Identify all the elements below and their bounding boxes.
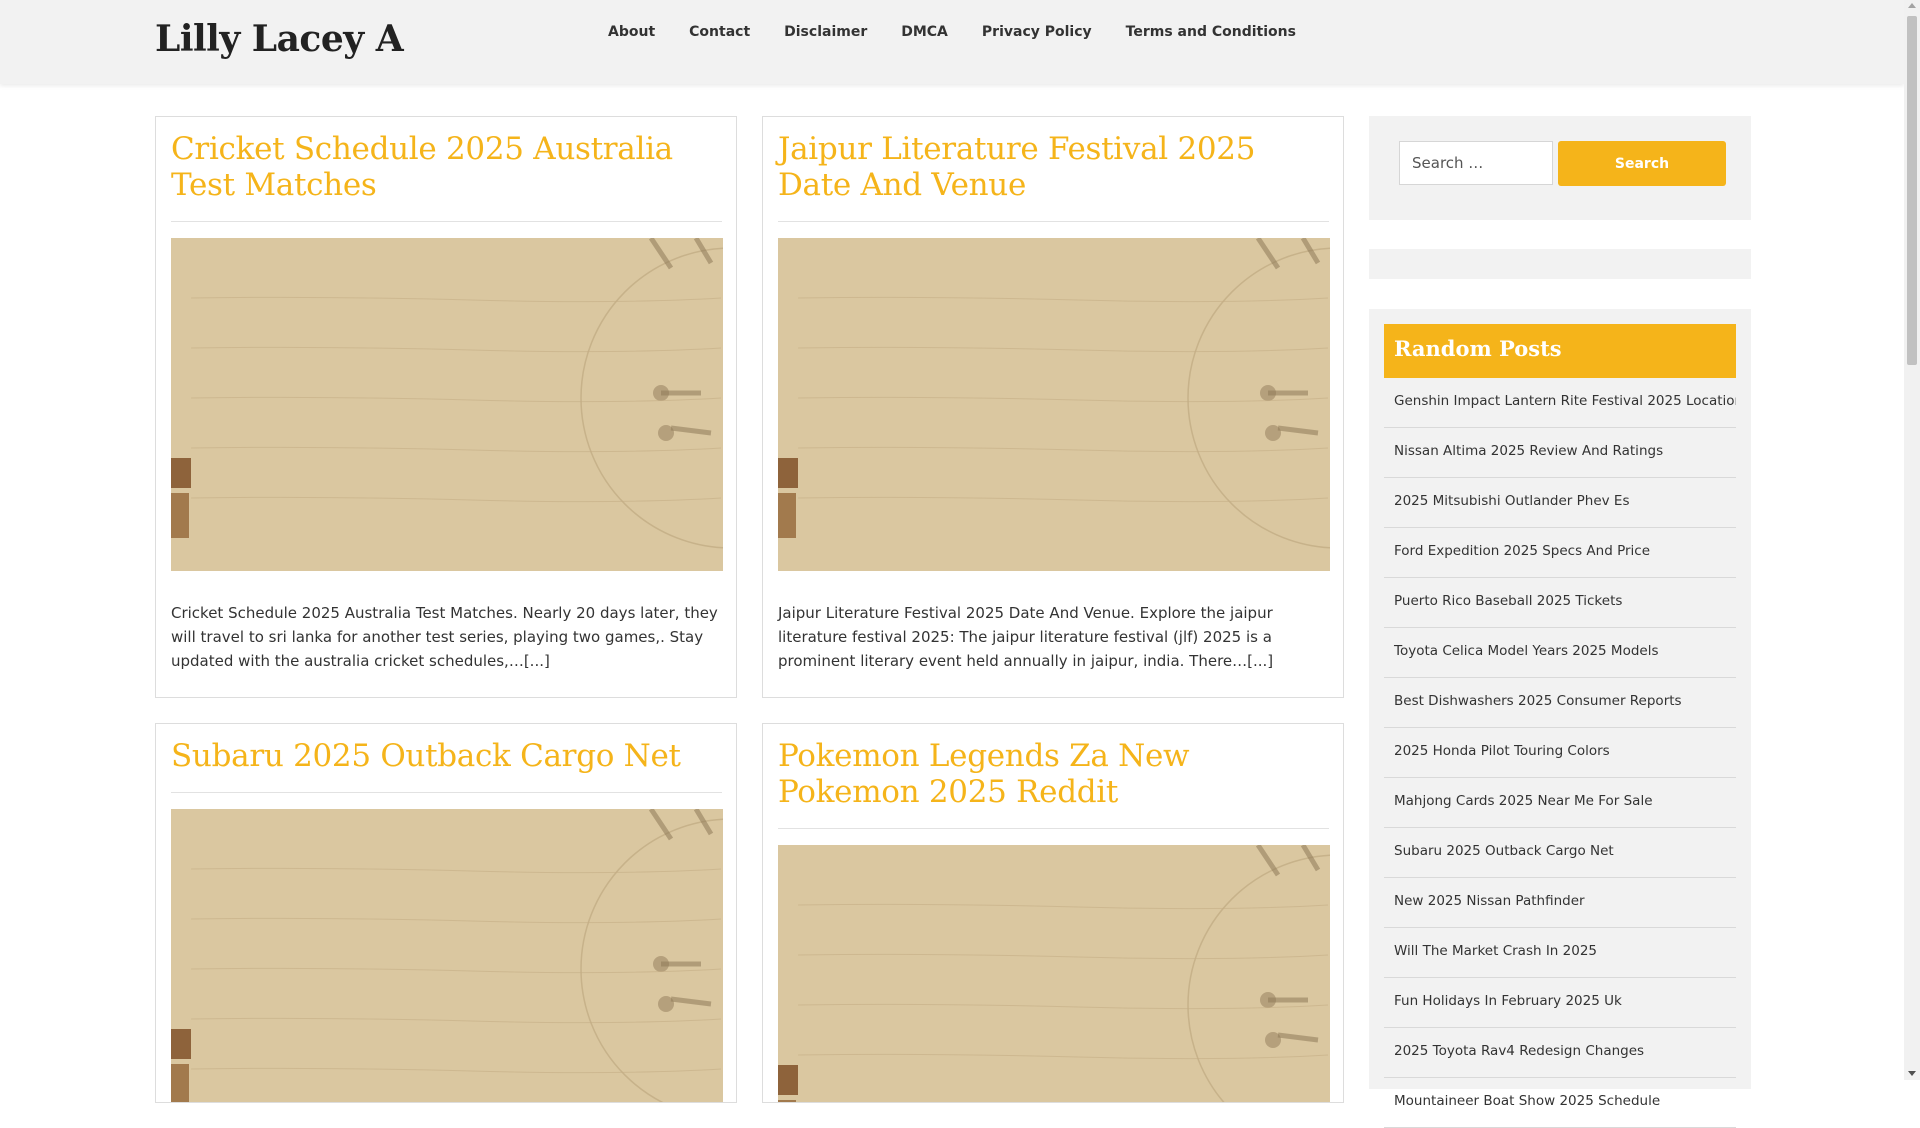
nav-item-about[interactable]: About [608, 24, 655, 40]
random-post-link[interactable]: Toyota Celica Model Years 2025 Models [1384, 628, 1736, 678]
post-divider [171, 221, 722, 222]
post-card: Cricket Schedule 2025 Australia Test Mat… [155, 116, 737, 698]
random-posts-list: Genshin Impact Lantern Rite Festival 202… [1384, 378, 1736, 1128]
site-title[interactable]: Lilly Lacey A [155, 18, 404, 60]
post-title[interactable]: Cricket Schedule 2025 Australia Test Mat… [171, 131, 726, 203]
nav-item-privacy-policy[interactable]: Privacy Policy [982, 24, 1092, 40]
nav-item-disclaimer[interactable]: Disclaimer [784, 24, 867, 40]
scroll-down-arrow-icon[interactable] [1908, 1071, 1916, 1076]
random-post-link[interactable]: Ford Expedition 2025 Specs And Price [1384, 528, 1736, 578]
search-input[interactable] [1399, 141, 1553, 185]
random-posts-widget: Random Posts Genshin Impact Lantern Rite… [1369, 309, 1751, 1128]
search-button[interactable]: Search [1558, 141, 1726, 186]
random-post-link[interactable]: 2025 Toyota Rav4 Redesign Changes [1384, 1028, 1736, 1078]
nav-item-contact[interactable]: Contact [689, 24, 750, 40]
random-post-link[interactable]: Will The Market Crash In 2025 [1384, 928, 1736, 978]
main-nav: About Contact Disclaimer DMCA Privacy Po… [608, 24, 1330, 40]
scrollbar-thumb[interactable] [1907, 16, 1917, 365]
random-post-link[interactable]: Fun Holidays In February 2025 Uk [1384, 978, 1736, 1028]
random-posts-title: Random Posts [1384, 324, 1736, 378]
post-title[interactable]: Pokemon Legends Za New Pokemon 2025 Redd… [778, 738, 1333, 810]
post-title[interactable]: Jaipur Literature Festival 2025 Date And… [778, 131, 1333, 203]
post-thumbnail[interactable] [171, 809, 723, 1102]
random-post-link[interactable]: Genshin Impact Lantern Rite Festival 202… [1384, 378, 1736, 428]
random-post-link[interactable]: 2025 Mitsubishi Outlander Phev Es [1384, 478, 1736, 528]
post-card: Pokemon Legends Za New Pokemon 2025 Redd… [762, 723, 1344, 1103]
post-divider [778, 221, 1329, 222]
random-post-link[interactable]: Mountaineer Boat Show 2025 Schedule [1384, 1078, 1736, 1128]
random-post-link[interactable]: Subaru 2025 Outback Cargo Net [1384, 828, 1736, 878]
post-thumbnail[interactable] [778, 845, 1330, 1102]
post-card: Jaipur Literature Festival 2025 Date And… [762, 116, 1344, 698]
post-thumbnail[interactable] [778, 238, 1330, 571]
paper-clock-image [171, 238, 723, 571]
paper-clock-image [778, 845, 1330, 1102]
post-card: Subaru 2025 Outback Cargo Net [155, 723, 737, 1103]
random-post-link[interactable]: 2025 Honda Pilot Touring Colors [1384, 728, 1736, 778]
paper-clock-image [778, 238, 1330, 571]
search-widget: Search [1369, 116, 1751, 220]
nav-item-dmca[interactable]: DMCA [901, 24, 948, 40]
random-post-link[interactable]: Mahjong Cards 2025 Near Me For Sale [1384, 778, 1736, 828]
random-post-link[interactable]: Puerto Rico Baseball 2025 Tickets [1384, 578, 1736, 628]
nav-item-terms-and-conditions[interactable]: Terms and Conditions [1126, 24, 1296, 40]
empty-widget [1369, 249, 1751, 279]
post-excerpt: Jaipur Literature Festival 2025 Date And… [778, 604, 1274, 670]
random-post-link[interactable]: Nissan Altima 2025 Review And Ratings [1384, 428, 1736, 478]
vertical-scrollbar[interactable] [1904, 0, 1920, 1080]
post-divider [778, 828, 1329, 829]
post-divider [171, 792, 722, 793]
post-title[interactable]: Subaru 2025 Outback Cargo Net [171, 738, 726, 774]
random-post-link[interactable]: Best Dishwashers 2025 Consumer Reports [1384, 678, 1736, 728]
random-post-link[interactable]: New 2025 Nissan Pathfinder [1384, 878, 1736, 928]
paper-clock-image [171, 809, 723, 1102]
post-thumbnail[interactable] [171, 238, 723, 571]
post-excerpt: Cricket Schedule 2025 Australia Test Mat… [171, 604, 718, 670]
scroll-up-arrow-icon[interactable] [1908, 3, 1916, 8]
site-header: Lilly Lacey A About Contact Disclaimer D… [0, 0, 1904, 84]
